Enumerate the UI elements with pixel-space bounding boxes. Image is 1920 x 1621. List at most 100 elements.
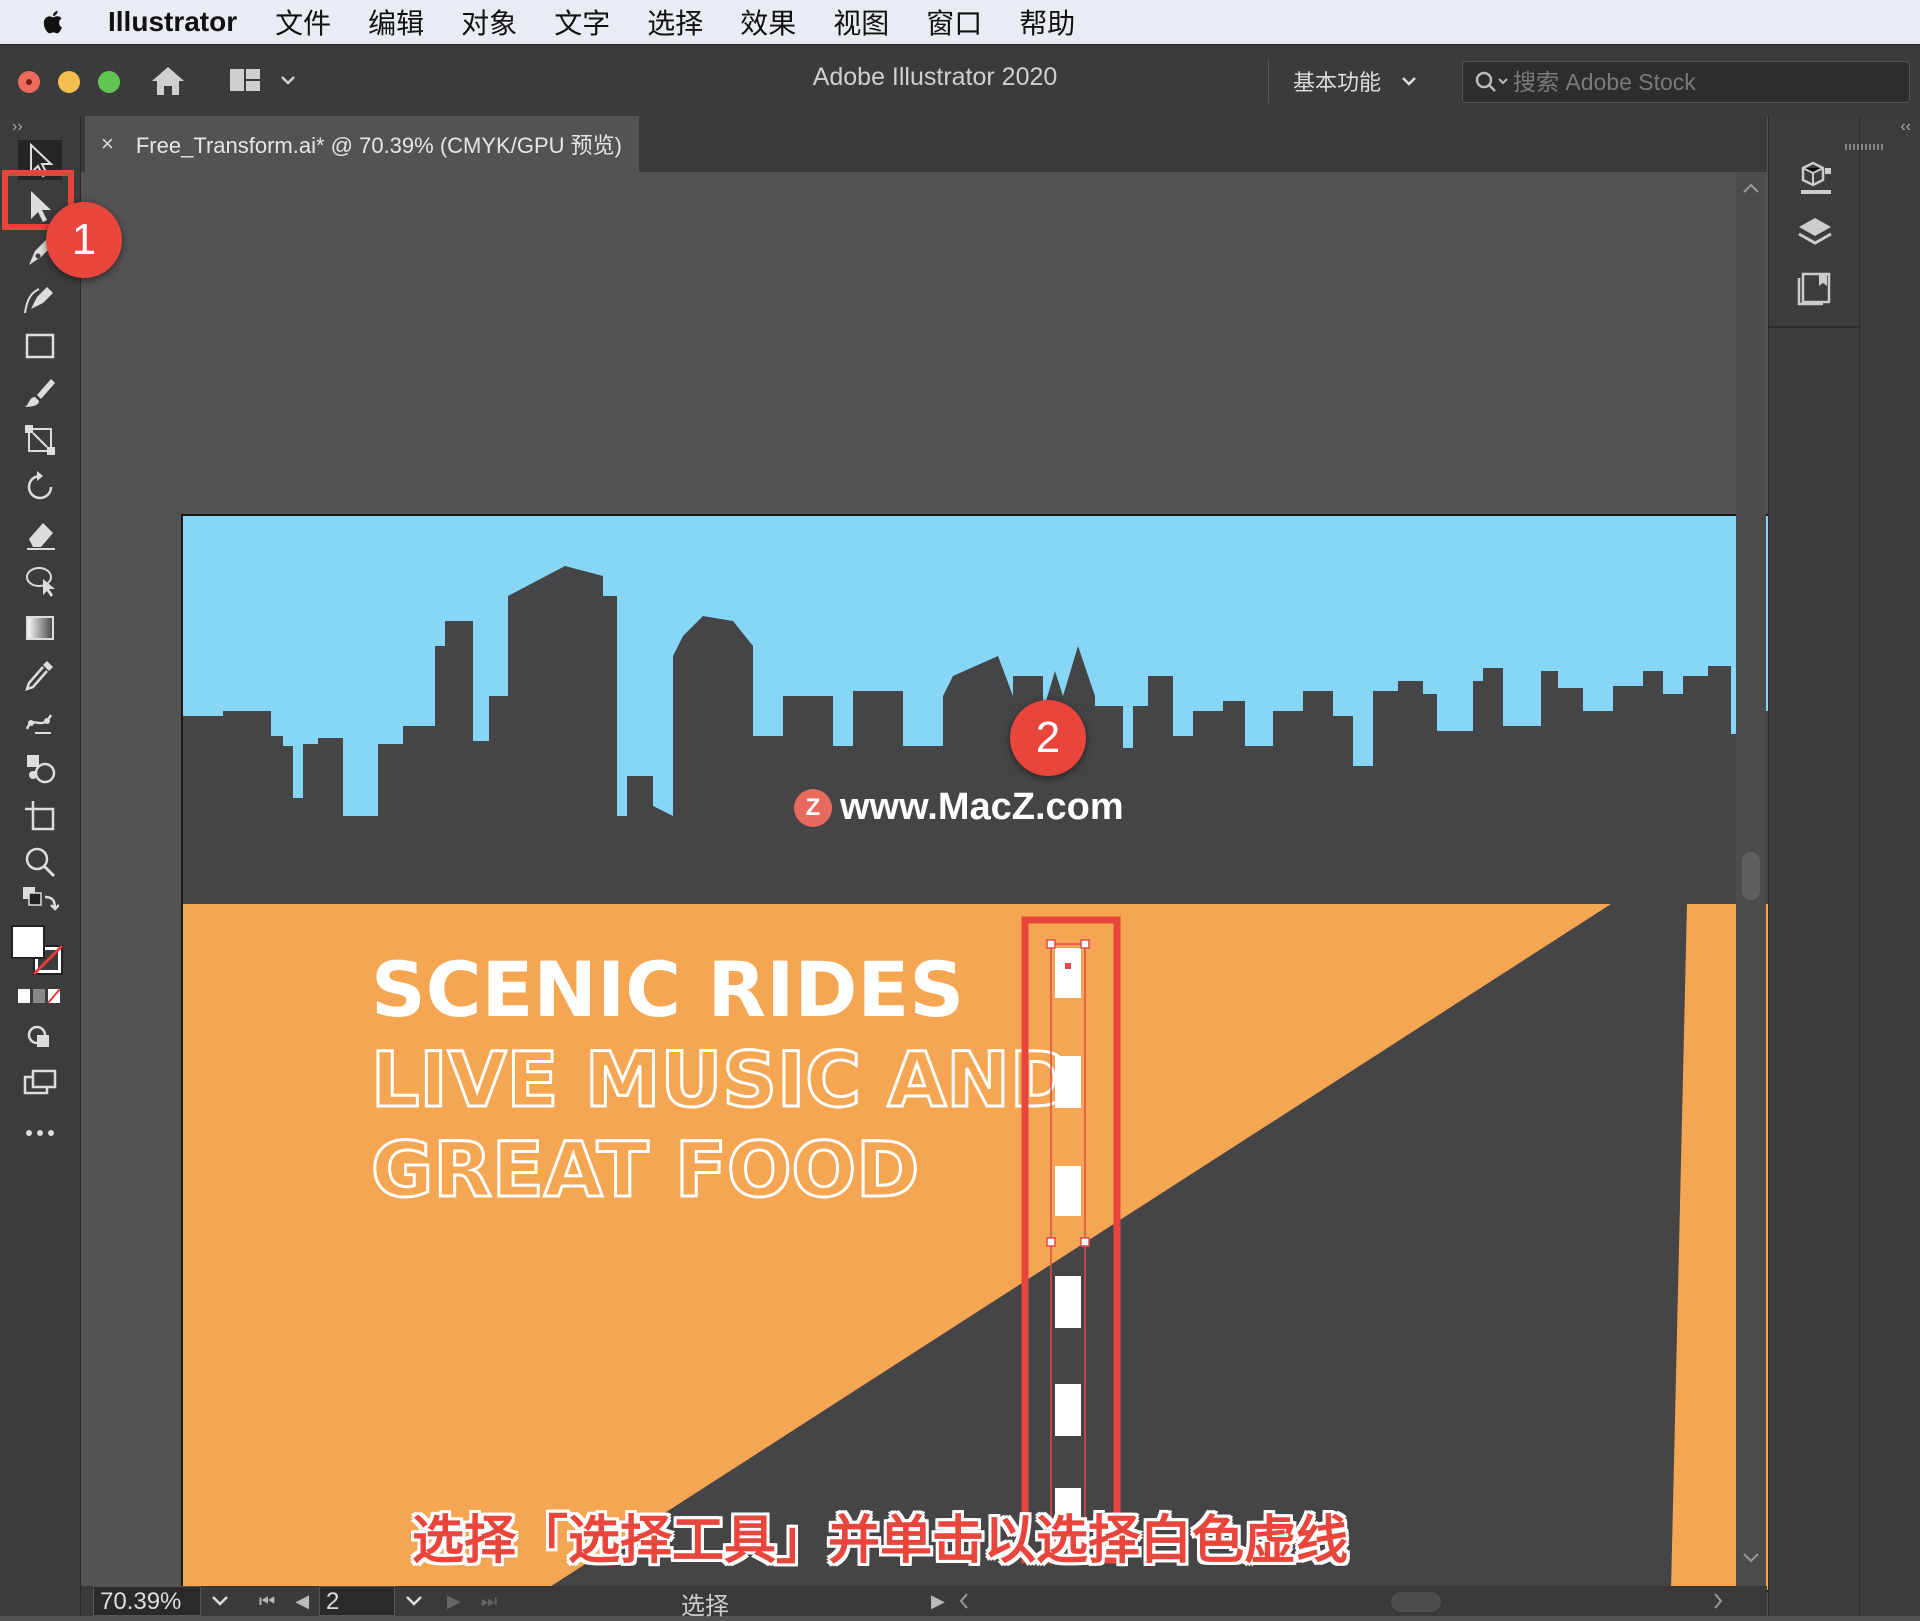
scroll-up-icon[interactable] (1742, 182, 1760, 196)
artboards-icon (1797, 272, 1831, 306)
color-mode-buttons[interactable] (18, 984, 62, 1008)
status-menu-icon[interactable]: ▶ (931, 1591, 945, 1612)
free-transform-icon (25, 425, 55, 455)
paintbrush-tool[interactable] (18, 372, 62, 412)
horizontal-scrollbar-thumb[interactable] (1391, 1592, 1441, 1612)
callout-1: 1 (46, 202, 122, 278)
artboard-number-field[interactable]: 2 (319, 1586, 396, 1616)
menu-object[interactable]: 对象 (461, 2, 517, 42)
more-icon (26, 1130, 54, 1136)
screen-mode-button[interactable] (18, 1062, 62, 1102)
drawing-mode-button[interactable] (18, 1018, 62, 1058)
menu-edit[interactable]: 编辑 (368, 2, 424, 42)
next-artboard-icon[interactable]: ▶ (447, 1591, 461, 1612)
eyedropper-icon (25, 661, 53, 691)
road-dash[interactable] (1055, 1384, 1081, 1436)
close-tab-icon[interactable]: × (101, 131, 114, 157)
blend-tool[interactable] (18, 702, 62, 742)
last-artboard-icon[interactable]: ⏭ (481, 1591, 497, 1612)
artboard[interactable]: SCENIC RIDES LIVE MUSIC AND GREAT FOOD (181, 514, 1801, 1592)
eyedropper-tool[interactable] (18, 654, 62, 694)
menu-file[interactable]: 文件 (275, 2, 331, 42)
gradient-icon (26, 616, 54, 640)
watermark-text: www.MacZ.com (840, 786, 1124, 828)
callout-2: 2 (1010, 700, 1086, 776)
workspace-switcher[interactable]: 基本功能 (1268, 59, 1417, 103)
canvas-area[interactable]: SCENIC RIDES LIVE MUSIC AND GREAT FOOD (81, 172, 1801, 1592)
curvature-icon (24, 287, 53, 314)
menu-help[interactable]: 帮助 (1019, 2, 1075, 42)
symbol-sprayer-tool[interactable] (18, 748, 62, 788)
collapse-panel-icon[interactable]: ‹‹ (1900, 118, 1911, 136)
artboard-tool[interactable] (18, 796, 62, 836)
menu-type[interactable]: 文字 (554, 2, 610, 42)
panel-icon-strip (1769, 116, 1860, 1616)
menu-effect[interactable]: 效果 (740, 2, 796, 42)
default-swap-colors[interactable] (18, 886, 62, 918)
road-dash[interactable] (1055, 1276, 1081, 1328)
watermark-badge: Z (794, 788, 832, 827)
apple-icon[interactable] (40, 8, 68, 36)
headline-live-music[interactable]: LIVE MUSIC AND (370, 1034, 1075, 1126)
fill-stroke-swatches[interactable] (10, 924, 66, 980)
artboards-panel-button[interactable] (1791, 266, 1839, 310)
zoom-tool[interactable] (18, 842, 62, 882)
zoom-level-field[interactable]: 70.39% (93, 1586, 201, 1616)
workspace-label: 基本功能 (1293, 70, 1382, 95)
search-icon[interactable] (1473, 69, 1511, 95)
libraries-panel-button[interactable] (1791, 156, 1839, 200)
bounding-box-handle[interactable] (1080, 939, 1090, 949)
expand-panel-icon[interactable]: ›› (12, 118, 23, 136)
artboard-dropdown-icon[interactable] (399, 1593, 429, 1609)
menu-view[interactable]: 视图 (833, 2, 889, 42)
rotate-icon (27, 471, 53, 500)
scrollbar-thumb[interactable] (1742, 852, 1760, 900)
road-dash[interactable] (1055, 948, 1081, 998)
swap-colors-icon (23, 887, 59, 911)
road-dash[interactable] (1055, 1166, 1081, 1216)
symbol-sprayer-icon (27, 755, 56, 784)
curvature-tool[interactable] (18, 278, 62, 318)
rotate-tool[interactable] (18, 466, 62, 506)
screen-mode-icon (23, 1069, 57, 1095)
fill-stroke-icon (11, 925, 64, 976)
edit-toolbar-button[interactable] (18, 1112, 62, 1152)
document-tab[interactable]: × Free_Transform.ai* @ 70.39% (CMYK/GPU … (85, 116, 639, 172)
shape-builder-icon (26, 567, 55, 597)
title-bar: Adobe Illustrator 2020 基本功能 (0, 44, 1920, 117)
panel-grip[interactable] (1845, 144, 1885, 150)
headline-great-food[interactable]: GREAT FOOD (370, 1124, 921, 1216)
hscroll-right-icon[interactable] (1711, 1592, 1725, 1610)
rectangle-icon (25, 333, 55, 359)
panel-separator (1769, 326, 1859, 328)
menu-window[interactable]: 窗口 (926, 2, 982, 42)
paintbrush-icon (25, 379, 55, 407)
app-menu[interactable]: Illustrator (108, 6, 237, 38)
vertical-scrollbar[interactable] (1736, 172, 1766, 1586)
bounding-box-handle[interactable] (1046, 939, 1056, 949)
layers-icon (1798, 218, 1832, 245)
bounding-box-handle[interactable] (1080, 1237, 1090, 1247)
gradient-tool[interactable] (18, 608, 62, 648)
adobe-stock-search (1462, 61, 1910, 103)
chevron-down-icon (1402, 77, 1416, 86)
eraser-tool[interactable] (18, 514, 62, 554)
tools-panel: ›› (0, 116, 81, 1616)
previous-artboard-icon[interactable]: ◀ (295, 1591, 309, 1612)
document-tab-label: Free_Transform.ai* @ 70.39% (CMYK/GPU 预览… (135, 133, 622, 158)
headline-scenic-rides[interactable]: SCENIC RIDES (371, 945, 964, 1034)
zoom-dropdown-icon[interactable] (205, 1593, 235, 1609)
rectangle-tool[interactable] (18, 326, 62, 366)
bounding-box-handle[interactable] (1046, 1237, 1056, 1247)
stock-search-input[interactable] (1511, 67, 1895, 97)
libraries-icon (1801, 161, 1831, 194)
hscroll-left-icon[interactable] (957, 1592, 971, 1610)
shape-builder-tool[interactable] (18, 560, 62, 600)
tutorial-caption: 选择「选择工具」并单击以选择白色虚线 (411, 1512, 1348, 1570)
status-bar: 70.39% ⏮ ◀ 2 ▶ ⏭ 选择 ▶ (81, 1586, 1767, 1620)
menu-select[interactable]: 选择 (647, 2, 703, 42)
first-artboard-icon[interactable]: ⏮ (259, 1591, 275, 1612)
layers-panel-button[interactable] (1791, 212, 1839, 256)
free-transform-tool[interactable] (18, 420, 62, 460)
color-gradient-none-icon (18, 988, 61, 1004)
